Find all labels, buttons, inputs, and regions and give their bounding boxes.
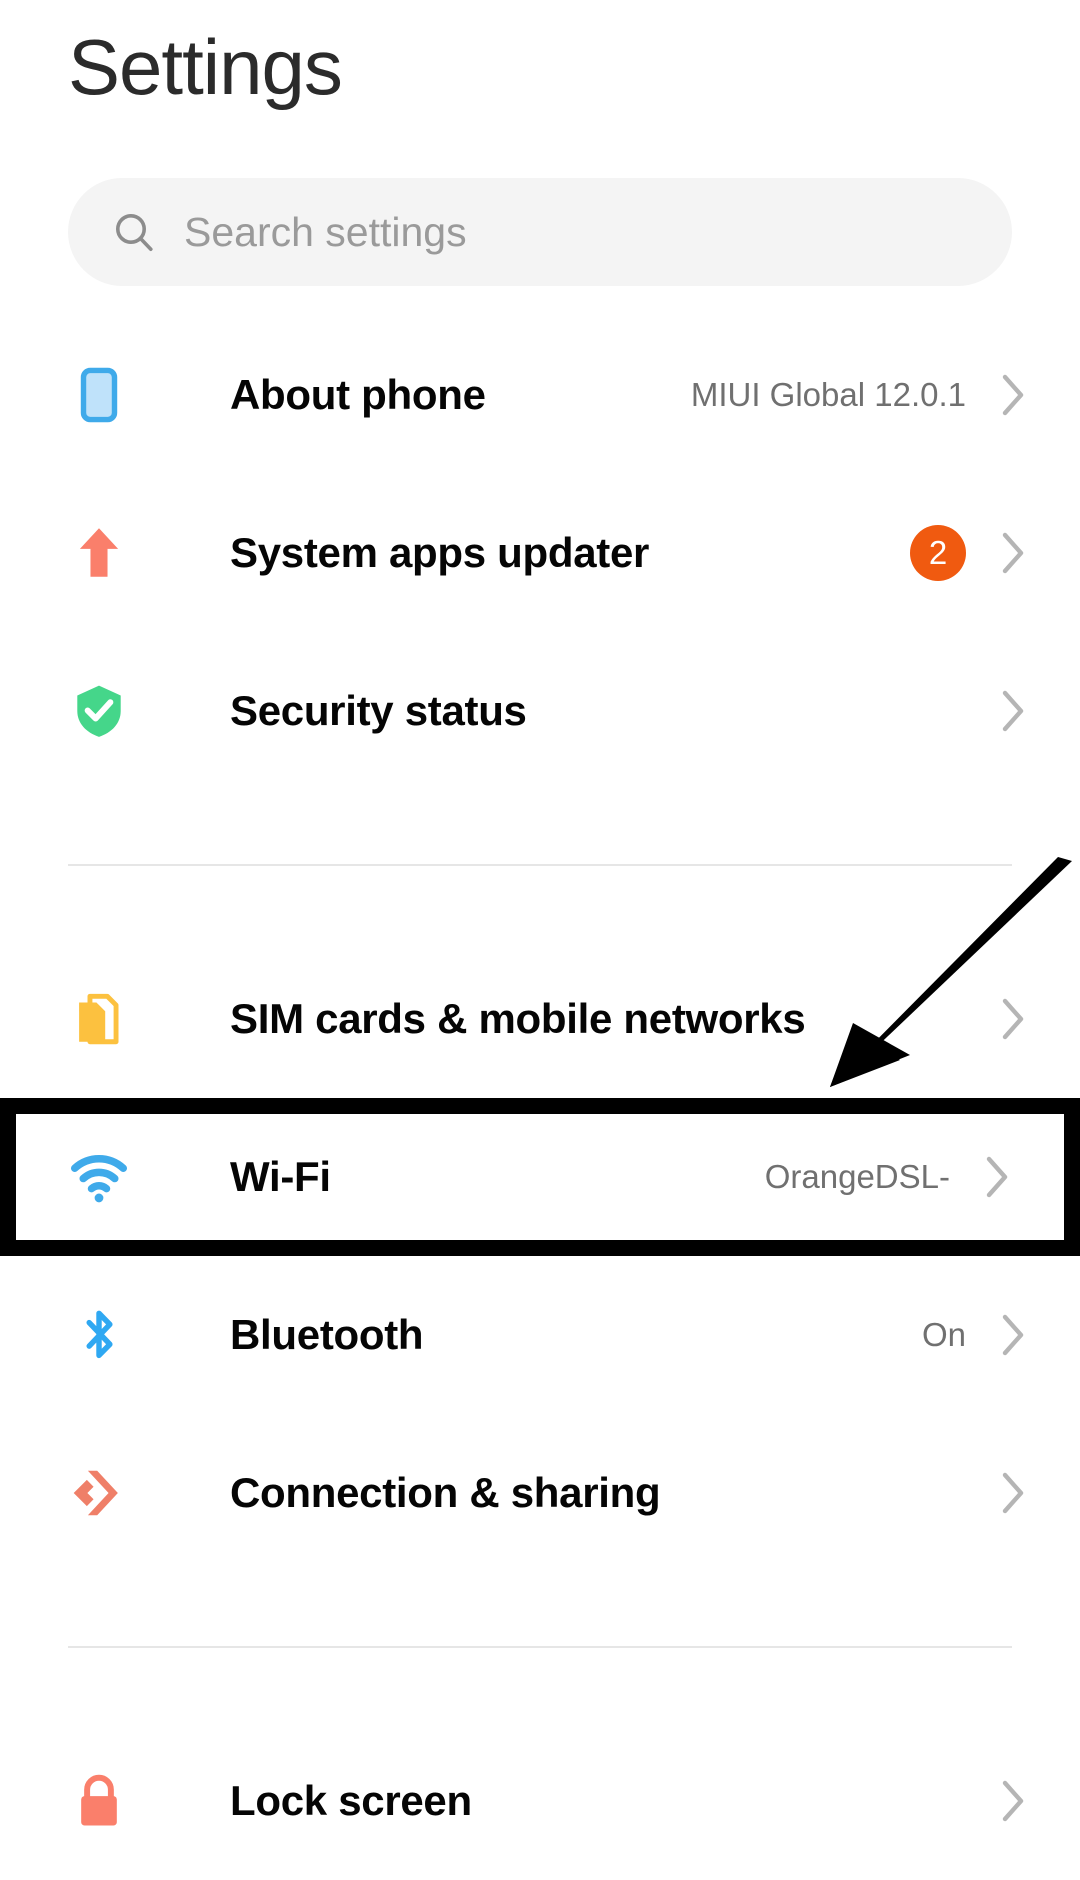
settings-row-value: MIUI Global 12.0.1: [690, 376, 966, 413]
chevron-right-icon[interactable]: [1000, 1471, 1026, 1515]
settings-row-value: OrangeDSL-: [764, 1158, 950, 1195]
chevron-right-icon[interactable]: [984, 1155, 1010, 1199]
settings-row-right: [966, 689, 1080, 733]
settings-row-connection-sharing[interactable]: Connection & sharing: [0, 1414, 1080, 1572]
group-divider: [0, 1572, 1080, 1722]
chevron-right-icon[interactable]: [1000, 689, 1026, 733]
page-title: Settings: [68, 23, 343, 111]
settings-row-bluetooth[interactable]: Bluetooth On: [0, 1256, 1080, 1414]
settings-row-wifi[interactable]: Wi-Fi OrangeDSL-: [0, 1098, 1080, 1256]
settings-row-value: On: [921, 1316, 966, 1353]
settings-row-label: SIM cards & mobile networks: [230, 995, 806, 1042]
settings-row-right: [966, 1471, 1080, 1515]
sim-card-icon: [68, 988, 130, 1050]
settings-row-label: Security status: [230, 687, 527, 734]
settings-row-sim-cards[interactable]: SIM cards & mobile networks: [0, 940, 1080, 1098]
divider-line: [68, 1646, 1012, 1648]
bluetooth-icon: [68, 1304, 130, 1366]
settings-row-label: Connection & sharing: [230, 1469, 661, 1516]
settings-row-lock-screen[interactable]: Lock screen: [0, 1722, 1080, 1880]
settings-row-right: [966, 1779, 1080, 1823]
settings-row-right: [966, 997, 1080, 1041]
settings-row-right: On: [922, 1313, 1080, 1357]
settings-row-right: OrangeDSL-: [765, 1155, 1064, 1199]
chevron-right-icon[interactable]: [1000, 1779, 1026, 1823]
settings-row-right: 2: [910, 525, 1080, 581]
settings-row-about-phone[interactable]: About phone MIUI Global 12.0.1: [0, 316, 1080, 474]
group-divider: [0, 790, 1080, 940]
shield-check-icon: [68, 680, 130, 742]
settings-row-label: Lock screen: [230, 1777, 472, 1824]
lock-icon: [68, 1770, 130, 1832]
settings-row-system-apps-updater[interactable]: System apps updater 2: [0, 474, 1080, 632]
chevron-right-icon[interactable]: [1000, 1313, 1026, 1357]
search-icon: [116, 214, 153, 252]
settings-row-right: MIUI Global 12.0.1: [691, 373, 1080, 417]
up-arrow-icon: [68, 522, 130, 584]
connection-sharing-icon: [68, 1462, 130, 1524]
chevron-right-icon[interactable]: [1000, 997, 1026, 1041]
phone-icon: [68, 364, 130, 426]
settings-row-label: System apps updater: [230, 529, 650, 576]
chevron-right-icon[interactable]: [1000, 373, 1026, 417]
divider-line: [68, 864, 1012, 866]
settings-list: About phone MIUI Global 12.0.1 System ap…: [0, 316, 1080, 1880]
search-placeholder: Search settings: [184, 208, 467, 255]
status-badge: 2: [910, 525, 966, 581]
settings-row-label: Wi-Fi: [230, 1153, 331, 1200]
settings-row-security-status[interactable]: Security status: [0, 632, 1080, 790]
wifi-icon: [68, 1146, 130, 1208]
chevron-right-icon[interactable]: [1000, 531, 1026, 575]
settings-row-label: About phone: [230, 371, 486, 418]
settings-row-label: Bluetooth: [230, 1311, 424, 1358]
search-input[interactable]: Search settings: [68, 178, 1012, 286]
